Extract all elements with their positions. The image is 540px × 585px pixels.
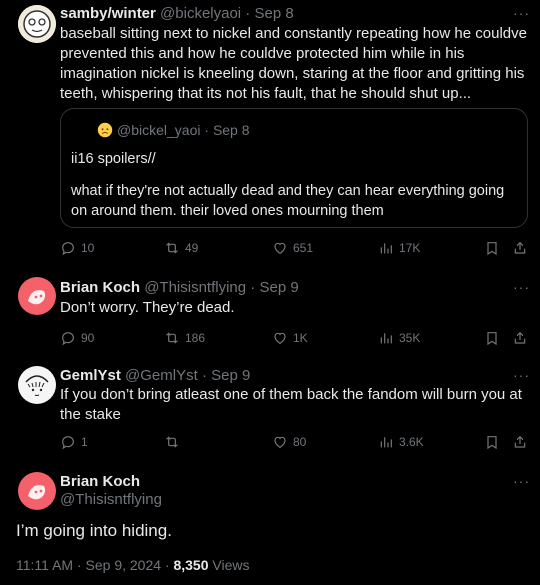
timestamp[interactable]: 11:11 AM · Sep 9, 2024 ·	[16, 557, 173, 573]
tweet-date[interactable]: Sep 8	[254, 5, 293, 22]
tweet-gemlyst[interactable]: GemlYst @GemlYst · Sep 9 ··· If you don’…	[0, 360, 540, 460]
author-handle[interactable]: @bickelyaoi	[160, 5, 241, 22]
avatar[interactable]	[18, 5, 56, 43]
tweet-brian-reply[interactable]: Brian Koch @Thisisntflying · Sep 9 ··· D…	[0, 270, 540, 360]
tweet-samby[interactable]: samby/winter @bickelyaoi · Sep 8 ··· bas…	[0, 0, 540, 264]
bookmark-button[interactable]	[484, 238, 500, 258]
views-count: 17K	[399, 241, 421, 255]
views-count: 3.6K	[399, 435, 424, 449]
reply-button[interactable]: 90	[60, 328, 94, 348]
retweet-button[interactable]: 49	[164, 238, 198, 258]
reply-icon	[60, 434, 76, 450]
tweet-date[interactable]: Sep 9	[211, 367, 250, 384]
avatar[interactable]	[18, 366, 56, 404]
quoted-tweet[interactable]: @bickel_yaoi · Sep 8 ii16 spoilers// wha…	[60, 108, 528, 228]
reply-button[interactable]: 1	[60, 432, 88, 452]
more-icon[interactable]: ···	[513, 279, 530, 295]
red-face-avatar-icon	[18, 277, 56, 315]
quote-line-2: what if they're not actually dead and th…	[71, 183, 505, 219]
separator: ·	[197, 367, 212, 384]
views-icon	[378, 434, 394, 450]
avatar[interactable]	[18, 472, 56, 510]
separator: ·	[200, 122, 213, 138]
quote-line-1: ii16 spoilers//	[71, 151, 156, 167]
reply-button[interactable]: 10	[60, 238, 94, 258]
quote-handle[interactable]: @bickel_yaoi	[117, 122, 200, 138]
more-icon[interactable]: ···	[513, 367, 530, 383]
views-button[interactable]: 3.6K	[378, 432, 424, 452]
like-count: 651	[293, 241, 314, 255]
bookmark-icon	[484, 240, 500, 256]
reply-icon	[60, 330, 76, 346]
author-handle[interactable]: @GemlYst	[125, 367, 198, 384]
views-count: 35K	[399, 331, 421, 345]
red-face-avatar-icon	[18, 472, 56, 510]
like-button[interactable]: 80	[272, 432, 306, 452]
more-icon[interactable]: ···	[513, 473, 530, 489]
retweet-icon	[164, 240, 180, 256]
author-name[interactable]: Brian Koch	[60, 279, 140, 296]
more-icon[interactable]: ···	[513, 5, 530, 21]
avatar[interactable]	[18, 277, 56, 315]
share-button[interactable]	[512, 432, 528, 452]
views-icon	[378, 240, 394, 256]
like-button[interactable]: 1K	[272, 328, 308, 348]
tweet-meta: 11:11 AM · Sep 9, 2024 · 8,350 Views	[16, 557, 250, 573]
retweet-button[interactable]	[164, 432, 180, 452]
share-icon	[512, 240, 528, 256]
share-icon	[512, 434, 528, 450]
sketch-avatar-icon	[18, 366, 56, 404]
share-icon	[512, 330, 528, 346]
like-icon	[272, 434, 288, 450]
bookmark-button[interactable]	[484, 432, 500, 452]
bookmark-button[interactable]	[484, 328, 500, 348]
bookmark-icon	[484, 434, 500, 450]
tweet-text: If you don’t bring atleast one of them b…	[60, 386, 522, 423]
like-icon	[272, 330, 288, 346]
reply-count: 10	[81, 241, 95, 255]
retweet-count: 49	[185, 241, 199, 255]
tweet-text: baseball sitting next to nickel and cons…	[60, 25, 527, 102]
cartoon-face-avatar-icon	[18, 5, 56, 43]
author-handle[interactable]: @Thisisntflying	[144, 279, 246, 296]
retweet-count: 186	[185, 331, 206, 345]
author-handle[interactable]: @Thisisntflying	[60, 491, 162, 509]
author-name[interactable]: samby/winter	[60, 5, 156, 22]
main-tweet-text: I’m going into hiding.	[16, 521, 172, 540]
like-icon	[272, 240, 288, 256]
reply-count: 1	[81, 435, 88, 449]
retweet-button[interactable]: 186	[164, 328, 205, 348]
views-button[interactable]: 35K	[378, 328, 420, 348]
views-button[interactable]: 17K	[378, 238, 420, 258]
bookmark-icon	[484, 330, 500, 346]
like-count: 80	[293, 435, 307, 449]
author-name[interactable]: Brian Koch	[60, 473, 140, 490]
separator: ·	[241, 5, 255, 22]
views-icon	[378, 330, 394, 346]
worried-emoji-icon	[97, 122, 113, 138]
views-total: 8,350	[173, 557, 209, 573]
like-count: 1K	[293, 331, 308, 345]
retweet-icon	[164, 434, 180, 450]
tweet-date[interactable]: Sep 9	[259, 279, 298, 296]
reply-count: 90	[81, 331, 95, 345]
share-button[interactable]	[512, 238, 528, 258]
tweet-text: Don’t worry. They’re dead.	[60, 299, 235, 316]
share-button[interactable]	[512, 328, 528, 348]
reply-icon	[60, 240, 76, 256]
retweet-icon	[164, 330, 180, 346]
like-button[interactable]: 651	[272, 238, 313, 258]
separator: ·	[246, 279, 260, 296]
views-label: Views	[208, 557, 250, 573]
quote-date[interactable]: Sep 8	[213, 122, 250, 138]
author-name[interactable]: GemlYst	[60, 367, 121, 384]
